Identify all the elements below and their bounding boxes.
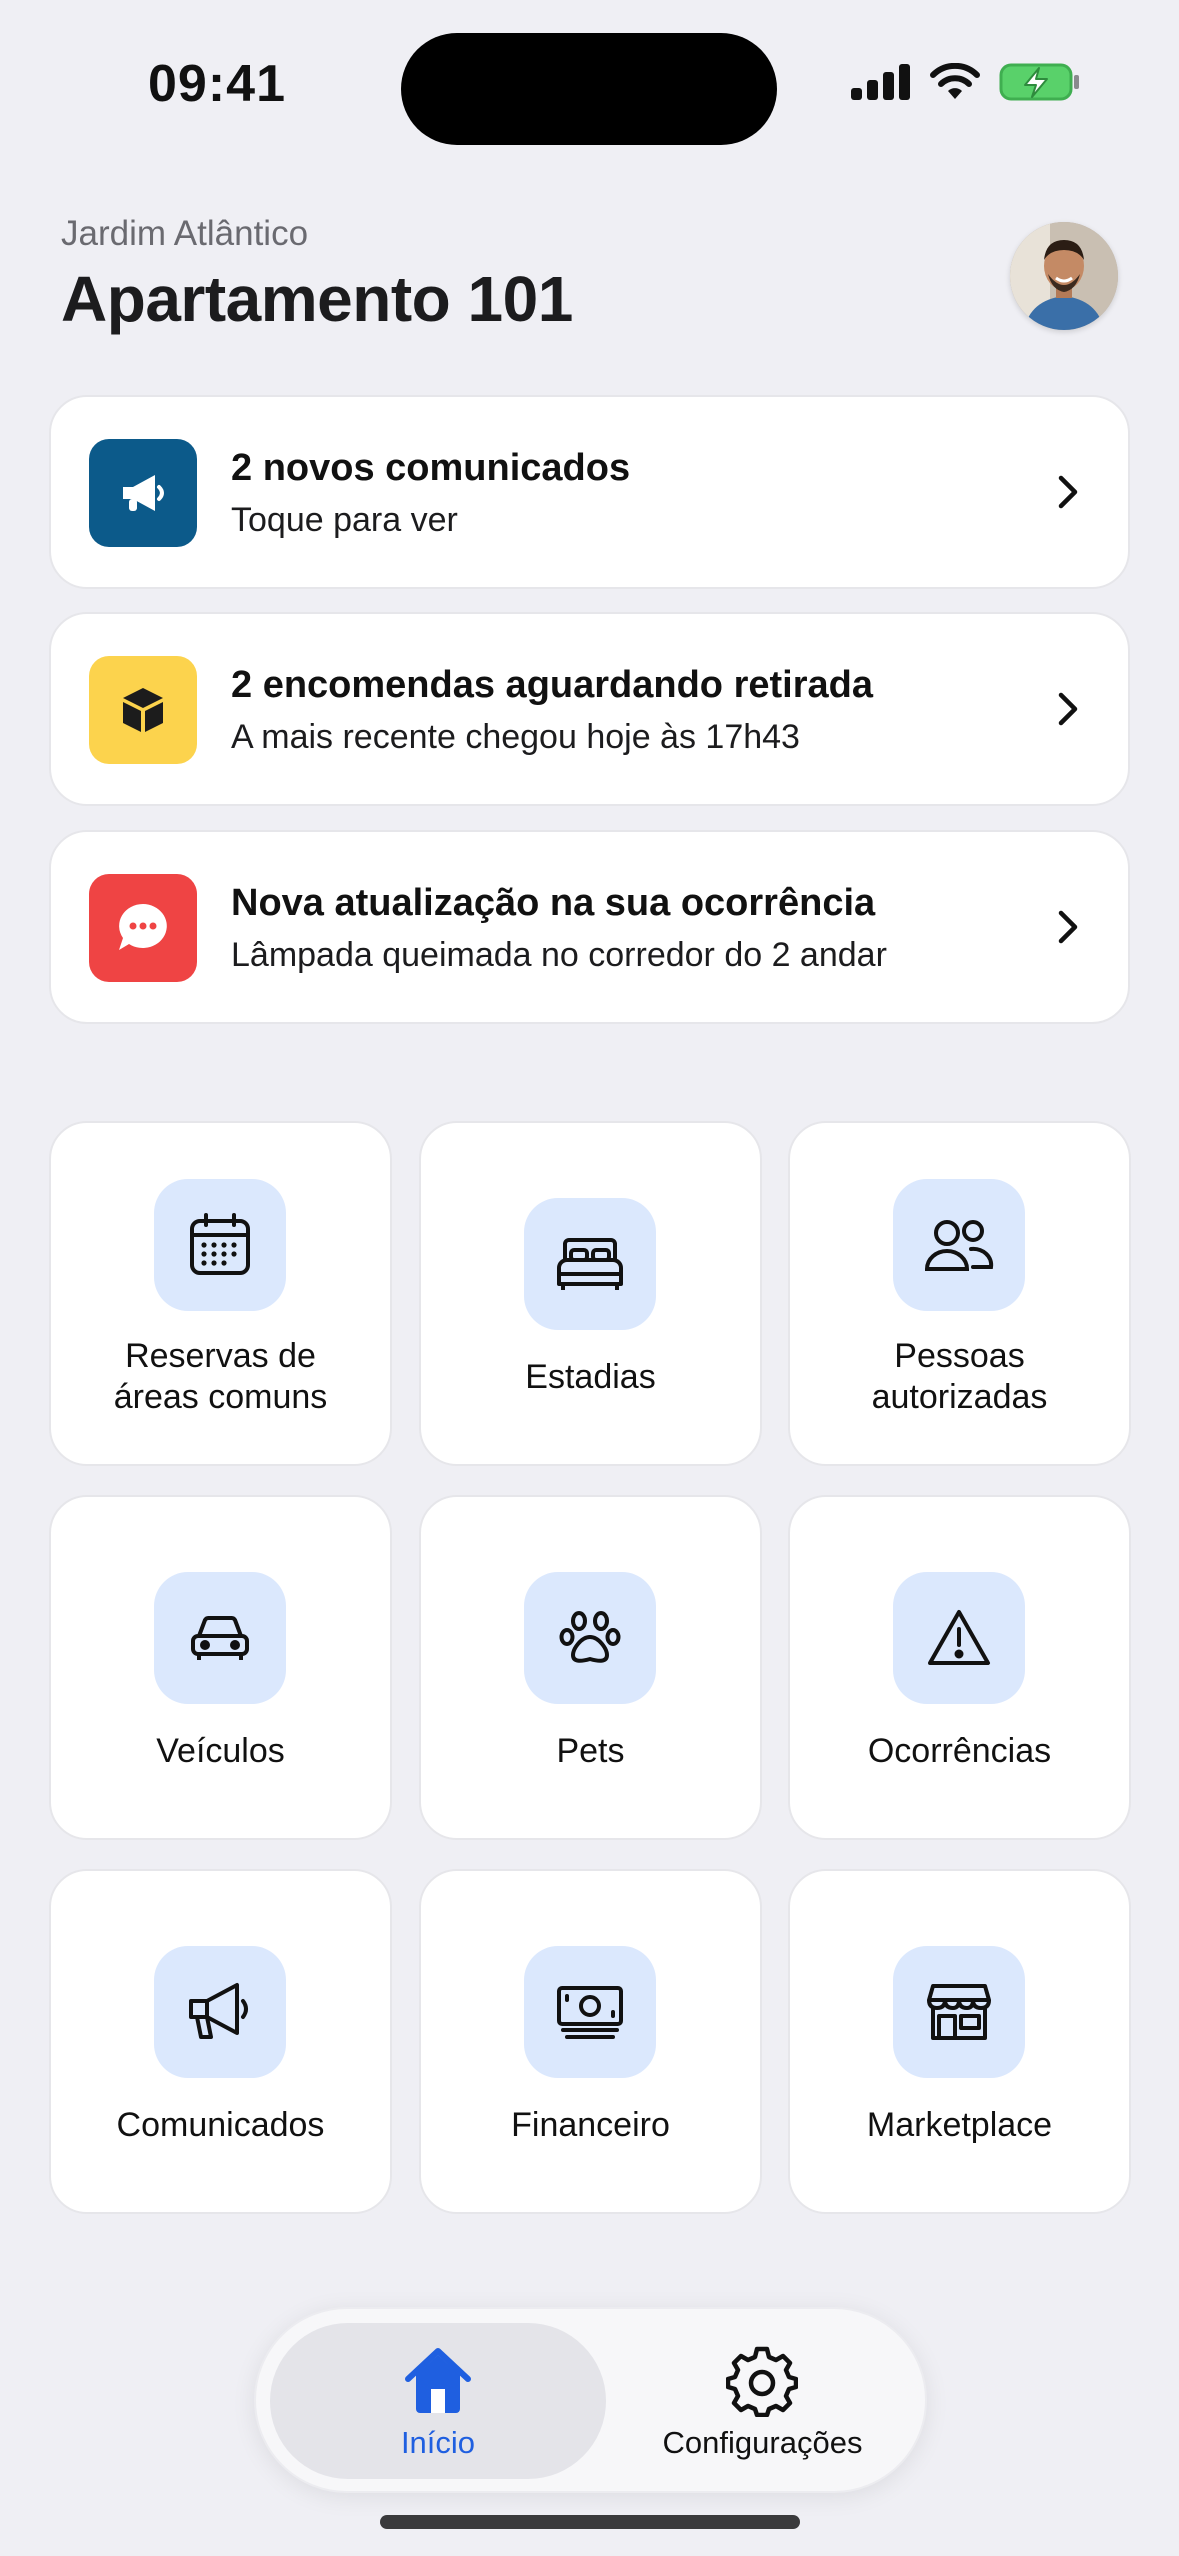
tab-home[interactable]: Início: [270, 2323, 606, 2479]
tab-bar: Início Configurações: [254, 2307, 927, 2493]
tile-financeiro[interactable]: Financeiro: [419, 1869, 762, 2214]
tile-veiculos[interactable]: Veículos: [49, 1495, 392, 1840]
notification-title: Nova atualização na sua ocorrência: [231, 882, 876, 924]
tile-pets[interactable]: Pets: [419, 1495, 762, 1840]
tile-label: Estadias: [525, 1358, 656, 1396]
tile-estadias[interactable]: Estadias: [419, 1121, 762, 1466]
notification-card-encomendas[interactable]: 2 encomendas aguardando retirada A mais …: [49, 612, 1130, 806]
chevron-right-icon: [1058, 475, 1078, 509]
notification-card-ocorrencia[interactable]: Nova atualização na sua ocorrência Lâmpa…: [49, 830, 1130, 1024]
megaphone-icon: [89, 439, 197, 547]
tile-label: Reservas de áreas comuns: [113, 1337, 328, 1416]
tile-label: Marketplace: [866, 2106, 1053, 2144]
tile-label: Comunicados: [116, 2106, 325, 2144]
notification-card-comunicados[interactable]: 2 novos comunicados Toque para ver: [49, 395, 1130, 589]
paw-icon: [524, 1572, 656, 1704]
tile-label: Financeiro: [511, 2106, 670, 2144]
notification-subtitle: A mais recente chegou hoje às 17h43: [231, 718, 800, 756]
cellular-signal-icon: [851, 64, 910, 100]
chevron-right-icon: [1058, 910, 1078, 944]
tab-settings[interactable]: Configurações: [610, 2323, 915, 2479]
chevron-right-icon: [1058, 692, 1078, 726]
car-icon: [154, 1572, 286, 1704]
chat-bubble-icon: [89, 874, 197, 982]
status-icons: [851, 62, 1081, 102]
warning-icon: [893, 1572, 1025, 1704]
tile-reservas[interactable]: Reservas de áreas comuns: [49, 1121, 392, 1466]
status-time: 09:41: [148, 55, 286, 113]
megaphone-icon: [154, 1946, 286, 2078]
tile-comunicados[interactable]: Comunicados: [49, 1869, 392, 2214]
tile-label: Pessoas autorizadas: [871, 1337, 1048, 1416]
calendar-icon: [154, 1179, 286, 1311]
tile-marketplace[interactable]: Marketplace: [788, 1869, 1131, 2214]
notification-subtitle: Lâmpada queimada no corredor do 2 andar: [231, 936, 887, 974]
home-indicator: [380, 2515, 800, 2529]
home-icon: [405, 2348, 471, 2413]
dynamic-island: [401, 33, 777, 145]
notification-title: 2 encomendas aguardando retirada: [231, 664, 873, 706]
gear-icon: [726, 2346, 798, 2417]
tab-settings-label: Configurações: [662, 2425, 863, 2460]
battery-charging-icon: [999, 63, 1079, 101]
tile-ocorrencias[interactable]: Ocorrências: [788, 1495, 1131, 1840]
tile-label: Ocorrências: [867, 1732, 1052, 1770]
tile-pessoas-autorizadas[interactable]: Pessoas autorizadas: [788, 1121, 1131, 1466]
money-icon: [524, 1946, 656, 2078]
storefront-icon: [893, 1946, 1025, 2078]
avatar-photo: [1010, 222, 1118, 330]
tile-label: Veículos: [156, 1732, 285, 1770]
notification-title: 2 novos comunicados: [231, 447, 631, 489]
page-title: Apartamento 101: [61, 263, 573, 335]
tile-label: Pets: [556, 1732, 625, 1770]
tab-home-label: Início: [400, 2425, 476, 2460]
bed-icon: [524, 1198, 656, 1330]
condominium-name: Jardim Atlântico: [61, 214, 309, 253]
package-icon: [89, 656, 197, 764]
notification-subtitle: Toque para ver: [231, 501, 458, 539]
people-icon: [893, 1179, 1025, 1311]
avatar[interactable]: [1010, 222, 1118, 330]
wifi-icon: [930, 63, 980, 99]
